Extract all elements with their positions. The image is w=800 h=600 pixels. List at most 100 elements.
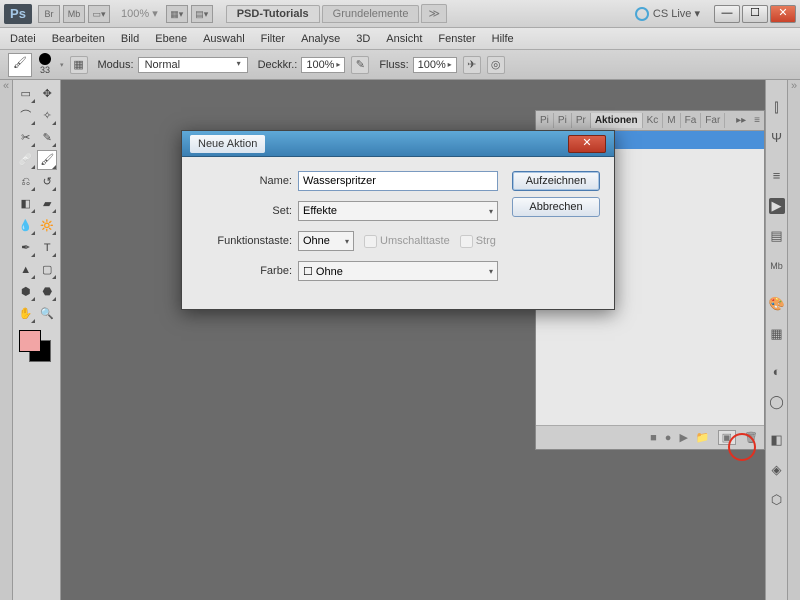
type-tool[interactable]: T [37, 238, 57, 258]
menu-fenster[interactable]: Fenster [438, 33, 475, 45]
right-dock: ⫿ Ψ ≡ ▶ ▤ Mb 🎨 ▦ ◐ ◯ ◧ ◈ ⬡ [765, 80, 787, 600]
panel-tab-5[interactable]: M [663, 113, 680, 128]
current-tool-brush[interactable]: 🖌 [8, 53, 32, 77]
new-set-icon[interactable]: 📁 [696, 431, 710, 444]
menu-analyse[interactable]: Analyse [301, 33, 340, 45]
window-minimize[interactable]: — [714, 5, 740, 23]
panel-tab-aktionen[interactable]: Aktionen [591, 113, 643, 128]
shape-tool[interactable]: ▢ [37, 260, 57, 280]
healing-tool[interactable]: 🩹 [16, 150, 36, 170]
magic-wand-tool[interactable]: ✧ [37, 106, 57, 126]
flow-input[interactable]: 100%▸ [413, 57, 457, 73]
record-icon[interactable]: ● [665, 432, 672, 444]
dock-channels-icon[interactable]: ◈ [769, 462, 785, 478]
tablet-pressure-icon[interactable]: ◎ [487, 56, 505, 74]
eyedropper-tool[interactable]: ✎ [37, 128, 57, 148]
workspace-more[interactable]: ≫ [421, 4, 447, 23]
arrange-button[interactable]: ▦▾ [166, 5, 188, 23]
panel-more-icon[interactable]: ▸▸ [732, 113, 750, 128]
gradient-tool[interactable]: ▰ [37, 194, 57, 214]
bridge-button[interactable]: Br [38, 5, 60, 23]
hand-tool[interactable]: ✋ [16, 304, 36, 324]
blur-tool[interactable]: 💧 [16, 216, 36, 236]
color-swatches[interactable] [15, 330, 58, 364]
brush-panel-toggle[interactable]: ▦ [70, 56, 88, 74]
cancel-button[interactable]: Abbrechen [512, 197, 600, 217]
options-bar: 🖌 33 ▾ ▦ Modus: Normal▾ Deckkr.: 100%▸ ✎… [0, 50, 800, 80]
dock-mb-icon[interactable]: Mb [769, 258, 785, 274]
zoom-tool[interactable]: 🔍 [37, 304, 57, 324]
crop-tool[interactable]: ✂ [16, 128, 36, 148]
dialog-titlebar[interactable]: Neue Aktion ✕ [182, 131, 614, 157]
window-maximize[interactable]: ☐ [742, 5, 768, 23]
panel-tab-7[interactable]: Far [701, 113, 725, 128]
dock-text-icon[interactable]: ≡ [769, 168, 785, 184]
dock-swatches-icon[interactable]: ▦ [769, 326, 785, 342]
pen-tool[interactable]: ✒ [16, 238, 36, 258]
opacity-pressure-icon[interactable]: ✎ [351, 56, 369, 74]
stop-icon[interactable]: ■ [650, 432, 657, 444]
color-select[interactable]: ☐ Ohne▾ [298, 261, 498, 281]
dock-layers-icon[interactable]: ◧ [769, 432, 785, 448]
zoom-level[interactable]: 100% ▾ [121, 7, 158, 20]
ctrl-checkbox[interactable]: Strg [460, 235, 496, 248]
brush-preset-picker[interactable]: 33 [32, 52, 58, 78]
menu-bearbeiten[interactable]: Bearbeiten [52, 33, 105, 45]
dock-mask-icon[interactable]: ◯ [769, 394, 785, 410]
panel-tab-0[interactable]: Pi [536, 113, 554, 128]
delete-icon[interactable]: 🗑 [744, 431, 758, 444]
lasso-tool[interactable]: ⌒ [16, 106, 36, 126]
dock-paths-icon[interactable]: ⬡ [769, 492, 785, 508]
brush-tool[interactable]: 🖌 [37, 150, 57, 170]
dialog-close-button[interactable]: ✕ [568, 135, 606, 153]
new-action-icon[interactable]: ▣ [718, 430, 736, 445]
panel-tab-2[interactable]: Pr [572, 113, 591, 128]
dock-color-icon[interactable]: 🎨 [769, 296, 785, 312]
dock-actions-icon[interactable]: ▶ [769, 198, 785, 214]
shift-checkbox[interactable]: Umschalttaste [364, 235, 450, 248]
foreground-color[interactable] [19, 330, 41, 352]
menu-filter[interactable]: Filter [261, 33, 285, 45]
panel-menu-icon[interactable]: ≡ [750, 113, 764, 128]
dock-library-icon[interactable]: ▤ [769, 228, 785, 244]
dock-styles-icon[interactable]: ◐ [769, 364, 785, 380]
airbrush-icon[interactable]: ✈ [463, 56, 481, 74]
workspace-tab-grundelemente[interactable]: Grundelemente [322, 5, 420, 23]
dock-adjust-icon[interactable]: Ψ [769, 130, 785, 146]
fkey-select[interactable]: Ohne▾ [298, 231, 354, 251]
eraser-tool[interactable]: ◧ [16, 194, 36, 214]
menu-ebene[interactable]: Ebene [155, 33, 187, 45]
move-tool[interactable]: ✥ [37, 84, 57, 104]
3d-camera-tool[interactable]: ⬣ [37, 282, 57, 302]
record-button[interactable]: Aufzeichnen [512, 171, 600, 191]
blend-mode-select[interactable]: Normal▾ [138, 57, 248, 73]
set-select[interactable]: Effekte▾ [298, 201, 498, 221]
menu-ansicht[interactable]: Ansicht [386, 33, 422, 45]
flow-label: Fluss: [379, 59, 408, 71]
menu-3d[interactable]: 3D [356, 33, 370, 45]
window-close[interactable]: ✕ [770, 5, 796, 23]
cslive-menu[interactable]: CS Live ▾ [653, 7, 700, 20]
history-brush-tool[interactable]: ↺ [37, 172, 57, 192]
screen-mode-button[interactable]: ▭▾ [88, 5, 110, 23]
minibridge-button[interactable]: Mb [63, 5, 85, 23]
play-icon[interactable]: ▶ [679, 431, 687, 444]
panel-tab-1[interactable]: Pi [554, 113, 572, 128]
3d-tool[interactable]: ⬢ [16, 282, 36, 302]
menu-bild[interactable]: Bild [121, 33, 139, 45]
workspace-tab-psdtutorials[interactable]: PSD-Tutorials [226, 5, 320, 23]
menu-datei[interactable]: Datei [10, 33, 36, 45]
new-action-dialog: Neue Aktion ✕ Name: Set: Effekte▾ Funkti… [181, 130, 615, 310]
dock-histogram-icon[interactable]: ⫿ [769, 100, 785, 116]
dodge-tool[interactable]: 🔆 [37, 216, 57, 236]
stamp-tool[interactable]: ⎌ [16, 172, 36, 192]
menu-hilfe[interactable]: Hilfe [492, 33, 514, 45]
panel-tab-6[interactable]: Fa [681, 113, 702, 128]
opacity-input[interactable]: 100%▸ [301, 57, 345, 73]
path-select-tool[interactable]: ▲ [16, 260, 36, 280]
extras-button[interactable]: ▤▾ [191, 5, 213, 23]
marquee-tool[interactable]: ▭ [16, 84, 36, 104]
name-input[interactable] [298, 171, 498, 191]
menu-auswahl[interactable]: Auswahl [203, 33, 245, 45]
panel-tab-4[interactable]: Kc [643, 113, 664, 128]
